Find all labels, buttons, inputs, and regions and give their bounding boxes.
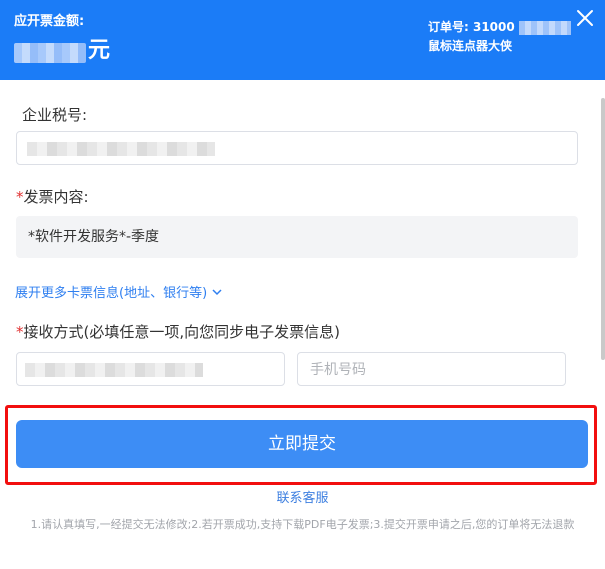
chevron-down-icon [212, 288, 222, 295]
receive-method-label-text: 接收方式(必填任意一项,向您同步电子发票信息) [23, 323, 340, 341]
order-number: 订单号: 31000 [428, 18, 571, 37]
required-mark: * [16, 188, 24, 206]
invoice-form: 企业税号: *发票内容: *软件开发服务*-季度 展开更多卡票信息(地址、银行等… [0, 80, 605, 569]
email-redacted [25, 363, 203, 377]
contact-support-link[interactable]: 联系客服 [0, 487, 605, 506]
order-number-redacted [518, 20, 571, 35]
required-mark: * [16, 323, 24, 341]
invoice-header: 应开票金额: 元 订单号: 31000 鼠标连点器大侠 [0, 0, 605, 80]
order-info: 订单号: 31000 鼠标连点器大侠 [428, 18, 571, 56]
submit-button[interactable]: 立即提交 [16, 420, 588, 468]
invoice-content-label-text: 发票内容: [23, 188, 89, 206]
tax-id-redacted [27, 142, 215, 156]
amount-redacted [14, 43, 86, 63]
invoice-content-value: *软件开发服务*-季度 [16, 216, 578, 258]
amount-section: 应开票金额: 元 [14, 10, 110, 63]
notice-text: 1.请认真填写,一经提交无法修改;2.若开票成功,支持下载PDF电子发票;3.提… [30, 518, 575, 531]
expand-more-link[interactable]: 展开更多卡票信息(地址、银行等) [15, 282, 223, 301]
product-name: 鼠标连点器大侠 [428, 39, 513, 53]
tax-id-input[interactable] [16, 131, 578, 165]
receive-method-label: *接收方式(必填任意一项,向您同步电子发票信息) [16, 321, 340, 342]
order-number-label: 订单号: 31000 [428, 20, 515, 34]
expand-more-label: 展开更多卡票信息(地址、银行等) [15, 286, 208, 301]
phone-placeholder: 手机号码 [310, 362, 366, 378]
amount-unit: 元 [88, 38, 111, 63]
amount-title: 应开票金额: [14, 14, 85, 29]
scrollbar[interactable] [601, 98, 605, 360]
amount-value: 元 [14, 39, 110, 63]
phone-input[interactable]: 手机号码 [297, 352, 566, 386]
email-input[interactable] [16, 352, 285, 386]
close-icon[interactable] [575, 8, 595, 28]
tax-id-label: 企业税号: [22, 106, 88, 124]
invoice-content-label: *发票内容: [16, 186, 89, 207]
